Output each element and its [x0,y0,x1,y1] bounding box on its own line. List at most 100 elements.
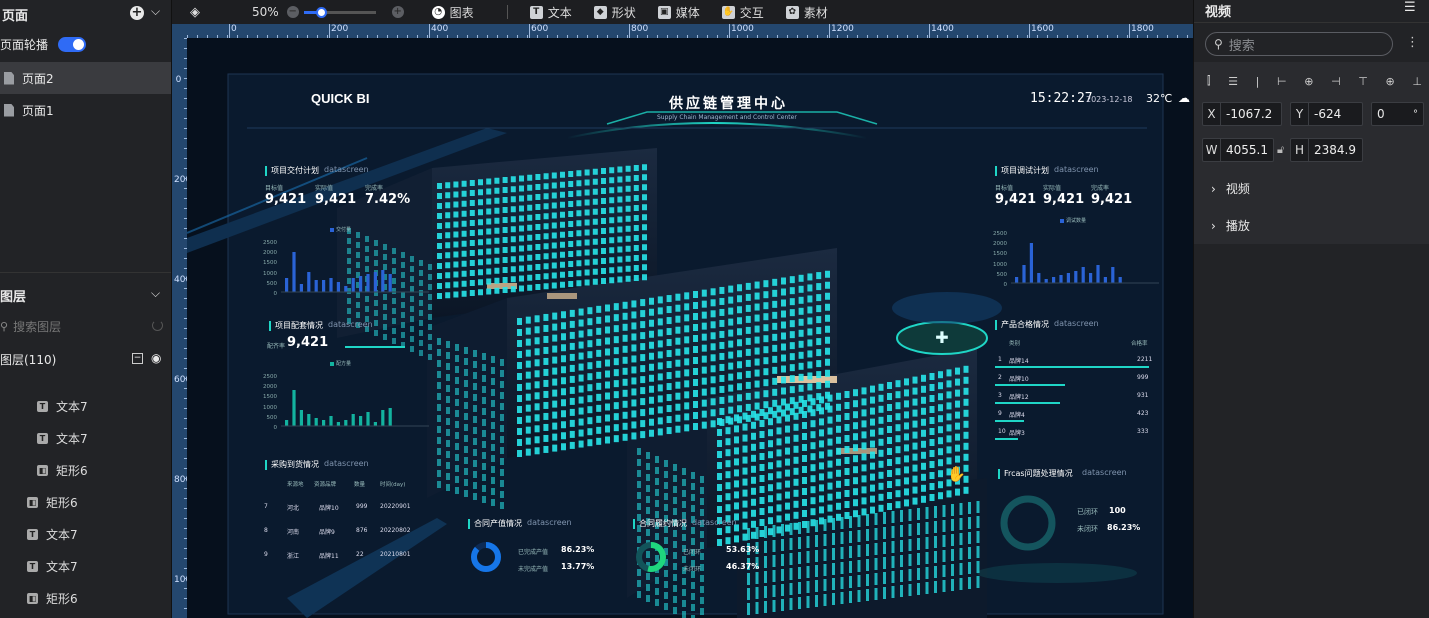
table-cell: 9 [998,410,1002,417]
page-item-1[interactable]: 页面1 [0,94,171,126]
rotation-value[interactable]: 0 [1377,107,1385,121]
y-field[interactable]: Y -624 [1290,102,1363,126]
layer-item[interactable]: ◧ 矩形6 [0,486,171,518]
layer-item[interactable]: ◧ 矩形6 [0,582,171,614]
table-cell: 3 [998,392,1002,399]
search-icon: ⚲ [0,319,9,333]
toolbar-item-label: 图表 [449,5,474,20]
title-accent-bar [265,460,267,470]
y-tick-label: 0 [1003,282,1008,288]
y-value[interactable]: -624 [1309,107,1341,121]
toolbar-shape[interactable]: ◆ 形状 [593,4,636,21]
eye-icon[interactable]: ◉ [151,351,161,365]
kpi-value: 9,421 [1043,192,1085,207]
ruler-major-tick [1029,24,1030,38]
design-canvas[interactable]: ✚ QUICK BI 供应链管理中心 Supply Chain Management… [187,38,1193,618]
page-item-label: 页面1 [22,103,54,118]
section-playback[interactable]: › 播放 [1211,217,1250,234]
h-field[interactable]: H 2384.9 [1290,138,1363,162]
page-item-label: 页面2 [22,71,54,86]
layer-search-input[interactable]: 搜索图层 [13,318,61,335]
panel-search[interactable]: ⚲ 搜索 [1205,32,1393,56]
layer-item-label: 文本7 [46,559,78,574]
toolbar-interaction[interactable]: ✋ 交互 [721,4,764,21]
align-icon[interactable]: ⊤ [1358,75,1368,88]
widget-title-quality: 产品合格情况 [1001,320,1049,329]
x-value[interactable]: -1067.2 [1221,107,1272,121]
layer-item[interactable]: T 文本7 [0,518,171,550]
toolbar-text-t[interactable]: T 文本 [529,4,572,21]
layer-item[interactable]: T 文本7 [0,390,171,422]
bar-mark [351,278,355,292]
lock-ratio-icon[interactable]: 🔓︎ [1277,143,1284,157]
chevron-down-icon[interactable]: ⌵ [151,286,160,301]
layer-item-label: 文本7 [46,527,78,542]
widget-title-delivery: 项目交付计划 [271,166,319,175]
align-icon[interactable]: ⊢ [1277,75,1287,88]
align-icon[interactable]: ⊣ [1331,75,1341,88]
add-page-icon[interactable]: + [130,6,144,20]
ruler-major-tick [529,24,530,38]
table-cell: 品牌4 [1009,412,1025,419]
panel-search-input[interactable]: 搜索 [1229,35,1255,54]
mini-bar-chart [281,252,429,293]
table-cell: 876 [356,527,368,534]
legend-label: 未闭环 [1077,525,1098,533]
chevron-down-icon[interactable]: ⌵ [151,4,160,19]
toolbar-palette[interactable]: ✿ 素材 [785,4,828,21]
align-icon[interactable]: ⊥ [1412,75,1422,88]
legend-label: 已闭环 [683,549,702,556]
bar-mark [359,276,363,292]
ruler-label: 400 [174,275,187,285]
align-icon[interactable]: ☰ [1228,75,1238,88]
ruler-label: 0 [175,75,182,85]
rect-layer-icon: ◧ [27,496,38,508]
rotation-field[interactable]: 0 ° [1371,102,1424,126]
w-value[interactable]: 4055.1 [1221,143,1268,157]
pages-header: 页面 + ⌵ [0,4,172,24]
more-vertical-icon[interactable]: ⋮ [1406,35,1419,50]
toolbar-item-label: 交互 [739,5,764,20]
table-cell: 品牌3 [1009,430,1025,437]
bar-mark [373,272,377,292]
align-icon[interactable]: ⊕ [1386,75,1395,88]
x-field[interactable]: X -1067.2 [1202,102,1282,126]
zoom-in-icon[interactable]: + [391,6,404,18]
layer-group[interactable]: 图层(110) − ◉ [0,350,171,368]
zoom-out-icon[interactable]: − [286,6,299,18]
toolbar-chart-pie[interactable]: ◔ 图表 [431,4,508,21]
title-accent-bar [468,519,470,529]
layer-item[interactable]: ◧ 矩形6 [0,454,171,486]
bar-mark [1059,275,1063,283]
ruler-major-tick [329,24,330,38]
widget-title-fulfil: 合同履约情况 [639,519,687,528]
page-item-2[interactable]: 页面2 [0,62,171,94]
loading-icon [152,320,163,331]
align-icon[interactable]: | [1256,75,1260,88]
layer-search[interactable]: ⚲ 搜索图层 [0,316,171,336]
zoom-slider[interactable] [303,6,376,18]
legend-label: 调试数量 [1066,218,1087,224]
x-label: X [1203,103,1221,125]
w-field[interactable]: W 4055.1 [1202,138,1274,162]
table-cell: 9 [264,551,268,558]
align-icon[interactable]: ⫿ [1207,74,1211,88]
carousel-toggle[interactable] [58,37,87,52]
bar-mark [1029,243,1033,283]
layer-item[interactable]: T 文本7 [0,550,171,582]
section-video[interactable]: › 视频 [1211,180,1250,197]
zoom-slider-handle[interactable] [315,6,327,18]
list-settings-icon[interactable]: ☰ [1404,0,1416,15]
text-layer-icon: T [27,528,38,540]
legend-label: 交付量 [336,227,352,233]
y-tick-label: 500 [266,414,278,421]
collapse-icon[interactable]: − [132,353,143,364]
widget-suffix: datascreen [324,459,369,468]
bar-mark [1103,277,1107,283]
align-icon[interactable]: ⊕ [1304,75,1313,88]
layers-stack-icon[interactable]: ◈ [190,5,200,20]
toolbar-media-image[interactable]: ▣ 媒体 [657,4,700,21]
h-value[interactable]: 2384.9 [1309,143,1356,157]
layer-item[interactable]: T 文本7 [0,422,171,454]
title-accent-bar [998,469,1000,479]
